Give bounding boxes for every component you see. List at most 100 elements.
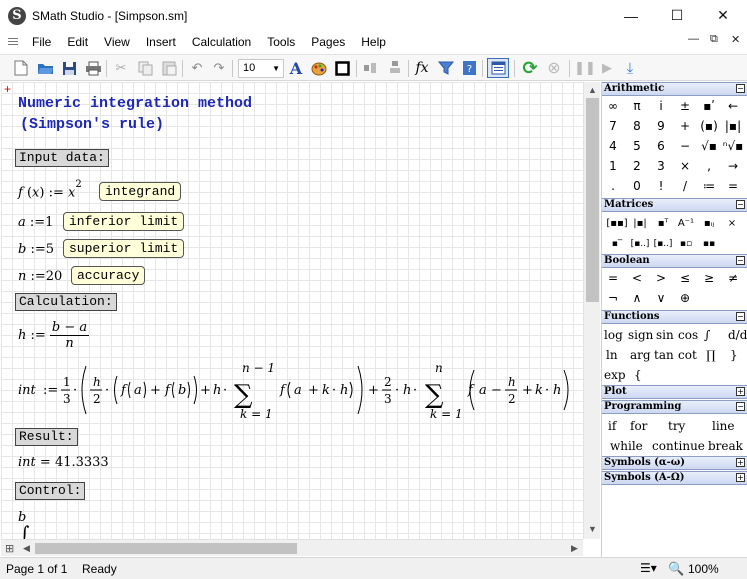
menu-pages[interactable]: Pages <box>303 31 353 53</box>
boolean-button[interactable]: ∧ <box>626 288 648 308</box>
stop-icon[interactable]: ⊗ <box>545 59 563 77</box>
minimize-button[interactable]: — <box>608 0 654 31</box>
collapse-icon[interactable]: − <box>736 84 745 93</box>
function-icon[interactable]: fx <box>413 59 431 77</box>
app-icon[interactable]: S <box>8 6 26 25</box>
view-mode-icon[interactable]: ☰▾ <box>640 561 657 575</box>
determinant-icon[interactable]: |▪| <box>629 214 651 234</box>
arithmetic-button[interactable]: ± <box>674 96 696 116</box>
section-boolean[interactable]: Boolean − <box>602 254 747 268</box>
arithmetic-button[interactable]: ▪ʹ <box>698 96 720 116</box>
arithmetic-button[interactable]: + <box>674 116 696 136</box>
scroll-right-icon[interactable]: ▶ <box>571 543 578 554</box>
doc-minimize-button[interactable]: — <box>688 33 699 45</box>
arithmetic-button[interactable]: × <box>674 156 696 176</box>
boolean-button[interactable]: ¬ <box>602 288 624 308</box>
piecewise-icon[interactable]: } <box>730 345 738 365</box>
menu-view[interactable]: View <box>96 31 138 53</box>
new-file-icon[interactable] <box>12 59 30 77</box>
zoom-icon[interactable]: 🔍 <box>668 561 684 577</box>
worksheet[interactable]: + Numeric integration method (Simpson's … <box>1 82 583 539</box>
func-cos[interactable]: cos <box>678 325 698 345</box>
arithmetic-button[interactable]: 5 <box>626 136 648 156</box>
element-icon[interactable]: ▪ᵢⱼ <box>698 214 720 234</box>
arithmetic-button[interactable]: → <box>722 156 744 176</box>
arithmetic-button[interactable]: . <box>602 176 624 196</box>
boolean-button[interactable]: ⊕ <box>674 288 696 308</box>
boolean-button[interactable]: ≤ <box>674 268 696 288</box>
redo-icon[interactable]: ↷ <box>210 59 228 77</box>
close-button[interactable]: ✕ <box>700 0 746 31</box>
vector-icon[interactable]: ▪▫ <box>675 234 697 254</box>
menu-file[interactable]: File <box>24 31 59 53</box>
arithmetic-button[interactable]: , <box>698 156 720 176</box>
vertical-scrollbar[interactable]: ▲ ▼ <box>583 82 600 539</box>
section-symbols-lower[interactable]: Symbols (α-ω) + <box>602 456 747 470</box>
func-arg[interactable]: arg <box>630 345 651 365</box>
boolean-button[interactable]: < <box>626 268 648 288</box>
boolean-button[interactable]: ≠ <box>722 268 744 288</box>
font-size-select[interactable]: 10 ▼ <box>238 59 284 78</box>
prog-while[interactable]: while <box>610 436 643 456</box>
align-horizontal-icon[interactable] <box>362 59 380 77</box>
section-matrices[interactable]: Matrices − <box>602 198 747 212</box>
maximize-button[interactable]: ☐ <box>654 0 700 31</box>
note-inferior-limit[interactable]: inferior limit <box>63 212 185 231</box>
arithmetic-button[interactable]: 1 <box>602 156 624 176</box>
arithmetic-button[interactable]: 6 <box>650 136 672 156</box>
open-folder-icon[interactable] <box>36 59 54 77</box>
n-definition[interactable]: n :=20 <box>18 269 62 284</box>
integral-icon[interactable]: ∫ <box>704 325 710 345</box>
derivative-icon[interactable]: d/dx <box>728 325 747 345</box>
border-icon[interactable] <box>333 59 351 77</box>
section-arithmetic[interactable]: Arithmetic − <box>602 82 747 96</box>
arithmetic-button[interactable]: (▪) <box>698 116 720 136</box>
matrix-icon[interactable]: [▪▪] <box>606 214 628 234</box>
expand-icon[interactable]: + <box>736 387 745 396</box>
menu-edit[interactable]: Edit <box>59 31 96 53</box>
expand-icon[interactable]: + <box>736 458 745 467</box>
filter-icon[interactable] <box>437 59 455 77</box>
paste-icon[interactable] <box>160 59 178 77</box>
document-menu-icon[interactable] <box>6 35 20 49</box>
arithmetic-button[interactable]: / <box>674 176 696 196</box>
cross-icon[interactable]: × <box>721 214 743 234</box>
collapse-icon[interactable]: − <box>736 200 745 209</box>
arithmetic-button[interactable]: i <box>650 96 672 116</box>
brace-icon[interactable]: { <box>634 365 642 385</box>
section-plot[interactable]: Plot + <box>602 385 747 399</box>
arithmetic-button[interactable]: 0 <box>626 176 648 196</box>
func-ln[interactable]: ln <box>606 345 618 365</box>
pause-icon[interactable]: ❚❚ <box>574 59 596 77</box>
note-accuracy[interactable]: accuracy <box>71 266 146 285</box>
range-icon[interactable]: [▪..] <box>629 234 651 254</box>
prog-continue[interactable]: continue <box>652 436 705 456</box>
play-icon[interactable]: ▶ <box>598 59 616 77</box>
boolean-button[interactable]: ∨ <box>650 288 672 308</box>
zoom-level[interactable]: 100% <box>688 562 719 576</box>
a-definition[interactable]: a :=1 <box>18 215 53 230</box>
arithmetic-button[interactable]: √▪ <box>698 136 720 156</box>
cut-icon[interactable]: ✂ <box>112 59 130 77</box>
section-functions[interactable]: Functions − <box>602 310 747 324</box>
label-calculation[interactable]: Calculation: <box>15 293 117 311</box>
arithmetic-button[interactable]: ∞ <box>602 96 624 116</box>
result-expression[interactable]: int = 41.3333 <box>18 455 109 470</box>
inverse-icon[interactable]: A⁻¹ <box>675 214 697 234</box>
undo-icon[interactable]: ↶ <box>188 59 206 77</box>
save-icon[interactable] <box>60 59 78 77</box>
range-step-icon[interactable]: [▪..] <box>652 234 674 254</box>
func-exp[interactable]: exp <box>604 365 626 385</box>
help-icon[interactable]: ? <box>460 59 478 77</box>
prog-break[interactable]: break <box>708 436 743 456</box>
note-superior-limit[interactable]: superior limit <box>63 239 185 258</box>
product-icon[interactable]: ∏ <box>706 345 716 365</box>
prog-for[interactable]: for <box>630 416 647 436</box>
expand-icon[interactable]: + <box>736 473 745 482</box>
horizontal-scroll-thumb[interactable] <box>35 543 297 554</box>
arithmetic-button[interactable]: = <box>722 176 744 196</box>
font-color-icon[interactable]: A <box>287 59 305 78</box>
note-integrand[interactable]: integrand <box>99 182 182 201</box>
horizontal-scrollbar[interactable]: ⊞ ◀ ▶ <box>1 539 583 556</box>
collapse-icon[interactable]: − <box>736 256 745 265</box>
